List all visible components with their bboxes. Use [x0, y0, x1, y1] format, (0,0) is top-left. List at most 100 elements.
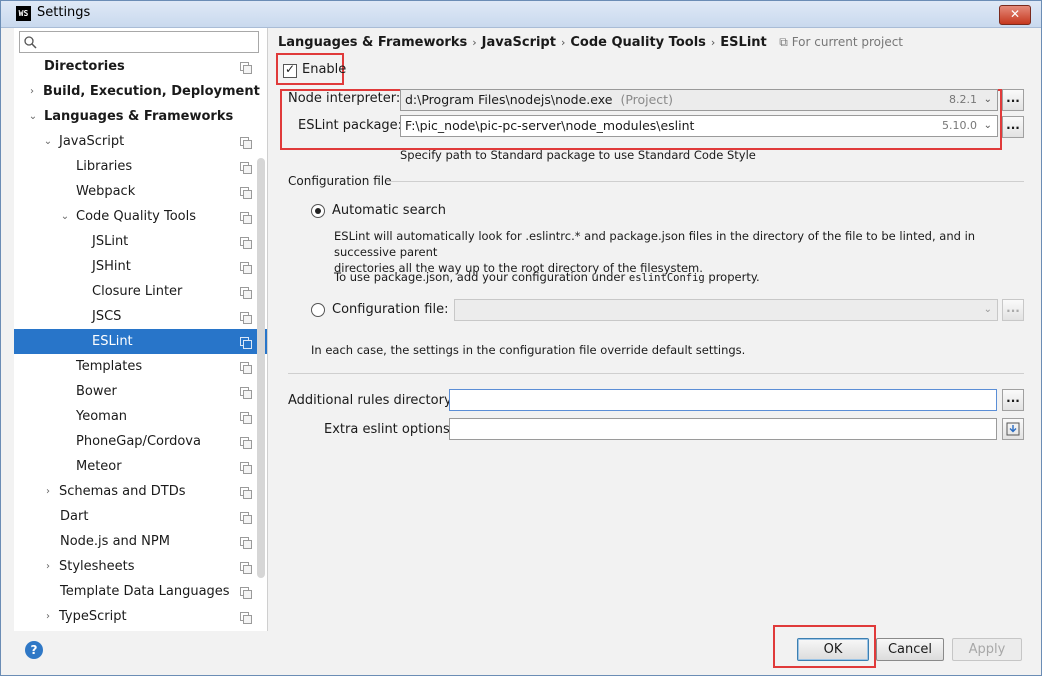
sidebar-item-label: Schemas and DTDs [59, 484, 186, 499]
sidebar-item-closure-linter[interactable]: Closure Linter [14, 279, 267, 304]
project-scope-icon [240, 62, 252, 74]
close-window-button[interactable]: ✕ [999, 5, 1031, 25]
sidebar-item-schemas-and-dtds[interactable]: › Schemas and DTDs [14, 479, 267, 504]
sidebar-item-jslint[interactable]: JSLint [14, 229, 267, 254]
breadcrumb-item: Languages & Frameworks [278, 35, 468, 50]
sidebar-item-label: JSHint [92, 259, 131, 274]
chevron-right-icon[interactable]: › [26, 79, 38, 104]
eslint-package-path: F:\pic_node\pic-pc-server\node_modules\e… [405, 118, 695, 133]
chevron-right-icon[interactable]: › [42, 604, 54, 629]
expand-options-button[interactable] [1002, 418, 1024, 440]
breadcrumb-separator: › [472, 36, 477, 49]
chevron-down-icon[interactable]: ⌄ [59, 204, 71, 229]
ok-button[interactable]: OK [797, 638, 869, 661]
sidebar-item-dart[interactable]: Dart [14, 504, 267, 529]
window-title: Settings [37, 5, 91, 20]
sidebar-item-languages-frameworks[interactable]: ⌄ Languages & Frameworks [14, 104, 267, 129]
sidebar-item-label: Node.js and NPM [60, 534, 170, 549]
sidebar-item-directories[interactable]: Directories [14, 54, 267, 79]
scope-label: For current project [791, 35, 904, 49]
sidebar-item-typescript[interactable]: › TypeScript [14, 604, 267, 629]
sidebar-item-label: Stylesheets [59, 559, 135, 574]
project-scope-icon [240, 412, 252, 424]
chevron-down-icon[interactable]: ⌄ [984, 300, 992, 320]
project-scope-icon [240, 537, 252, 549]
node-interpreter-field[interactable]: d:\Program Files\nodejs\node.exe (Projec… [400, 89, 998, 111]
sidebar-item-label: JSLint [92, 234, 129, 249]
webstorm-logo-icon: WS [16, 6, 31, 21]
sidebar-item-stylesheets[interactable]: › Stylesheets [14, 554, 267, 579]
project-scope-icon [240, 462, 252, 474]
sidebar-item-label: Dart [60, 509, 89, 524]
breadcrumb-item: ESLint [720, 35, 767, 50]
config-section-title: Configuration file [288, 174, 392, 188]
eslint-config-key: eslintConfig [628, 272, 705, 284]
chevron-down-icon[interactable]: ⌄ [27, 104, 39, 129]
eslint-settings-panel: Languages & Frameworks › JavaScript › Code Q… [268, 28, 1041, 631]
browse-rules-directory-button[interactable]: ... [1002, 389, 1024, 411]
enable-checkbox[interactable] [283, 62, 297, 78]
breadcrumb-item: JavaScript [481, 35, 556, 50]
extra-options-input[interactable] [449, 418, 997, 440]
sidebar-scrollbar[interactable] [257, 158, 265, 578]
chevron-down-icon[interactable]: ⌄ [984, 90, 992, 110]
cancel-button[interactable]: Cancel [876, 638, 944, 661]
project-scope-icon [240, 137, 252, 149]
chevron-right-icon[interactable]: › [42, 479, 54, 504]
package-json-text: property. [708, 270, 760, 284]
project-scope-icon [240, 437, 252, 449]
package-json-note: To use package.json, add your configurat… [334, 269, 760, 286]
sidebar-item-template-data-languages[interactable]: Template Data Languages [14, 579, 267, 604]
sidebar-item-label: Build, Execution, Deployment [43, 84, 260, 99]
browse-config-file-button[interactable]: ... [1002, 299, 1024, 321]
sidebar-item-label: JavaScript [59, 134, 125, 149]
browse-node-interpreter-button[interactable]: ... [1002, 89, 1024, 111]
additional-rules-input[interactable] [449, 389, 997, 411]
breadcrumb-separator: › [560, 36, 566, 49]
sidebar-item-webpack[interactable]: Webpack [14, 179, 267, 204]
eslint-version: 5.10.0 [942, 119, 977, 132]
configuration-file-field[interactable]: ⌄ [454, 299, 998, 321]
sidebar-item-javascript[interactable]: ⌄ JavaScript [14, 129, 267, 154]
sidebar-item-label: TypeScript [59, 609, 127, 624]
help-button[interactable]: ? [25, 641, 43, 659]
search-icon [24, 36, 37, 49]
project-scope-icon [240, 237, 252, 249]
configuration-file-radio[interactable] [311, 303, 325, 317]
sidebar-item-label: Closure Linter [92, 284, 183, 299]
browse-eslint-package-button[interactable]: ... [1002, 116, 1024, 138]
chevron-down-icon[interactable]: ⌄ [984, 116, 992, 136]
expand-field-icon [1006, 422, 1020, 436]
node-interpreter-path: d:\Program Files\nodejs\node.exe [405, 92, 613, 107]
sidebar-item-label: Webpack [76, 184, 136, 199]
sidebar-item-jshint[interactable]: JSHint [14, 254, 267, 279]
sidebar-item-templates[interactable]: Templates [14, 354, 267, 379]
settings-search-input[interactable] [19, 31, 259, 53]
sidebar-item-yeoman[interactable]: Yeoman [14, 404, 267, 429]
breadcrumb: Languages & Frameworks › JavaScript › Code Q… [278, 35, 903, 50]
chevron-right-icon[interactable]: › [42, 554, 54, 579]
settings-window: WS Settings ✕ Directories › Build, Executi… [0, 0, 1042, 676]
project-scope-icon [240, 262, 252, 274]
sidebar-item-jscs[interactable]: JSCS [14, 304, 267, 329]
automatic-search-radio[interactable] [311, 204, 325, 218]
sidebar-item-libraries[interactable]: Libraries [14, 154, 267, 179]
project-scope-icon [240, 212, 252, 224]
sidebar-item-build-execution-deployment[interactable]: › Build, Execution, Deployment [14, 79, 267, 104]
sidebar-item-label: Templates [76, 359, 143, 374]
sidebar-item-phonegap-cordova[interactable]: PhoneGap/Cordova [14, 429, 267, 454]
sidebar-item-label: Directories [44, 59, 125, 74]
sidebar-item-eslint[interactable]: ESLint [14, 329, 267, 354]
apply-button[interactable]: Apply [952, 638, 1022, 661]
eslint-package-field[interactable]: F:\pic_node\pic-pc-server\node_modules\e… [400, 115, 998, 137]
sidebar-item-meteor[interactable]: Meteor [14, 454, 267, 479]
extra-options-label: Extra eslint options: [324, 422, 455, 437]
sidebar-item-node-js-and-npm[interactable]: Node.js and NPM [14, 529, 267, 554]
section-divider [288, 373, 1024, 374]
sidebar-item-code-quality-tools[interactable]: ⌄ Code Quality Tools [14, 204, 267, 229]
project-scope-icon [240, 612, 252, 624]
chevron-down-icon[interactable]: ⌄ [42, 129, 54, 154]
sidebar-item-bower[interactable]: Bower [14, 379, 267, 404]
standard-hint: Specify path to Standard package to use … [400, 148, 756, 162]
sidebar-item-label: Bower [76, 384, 117, 399]
